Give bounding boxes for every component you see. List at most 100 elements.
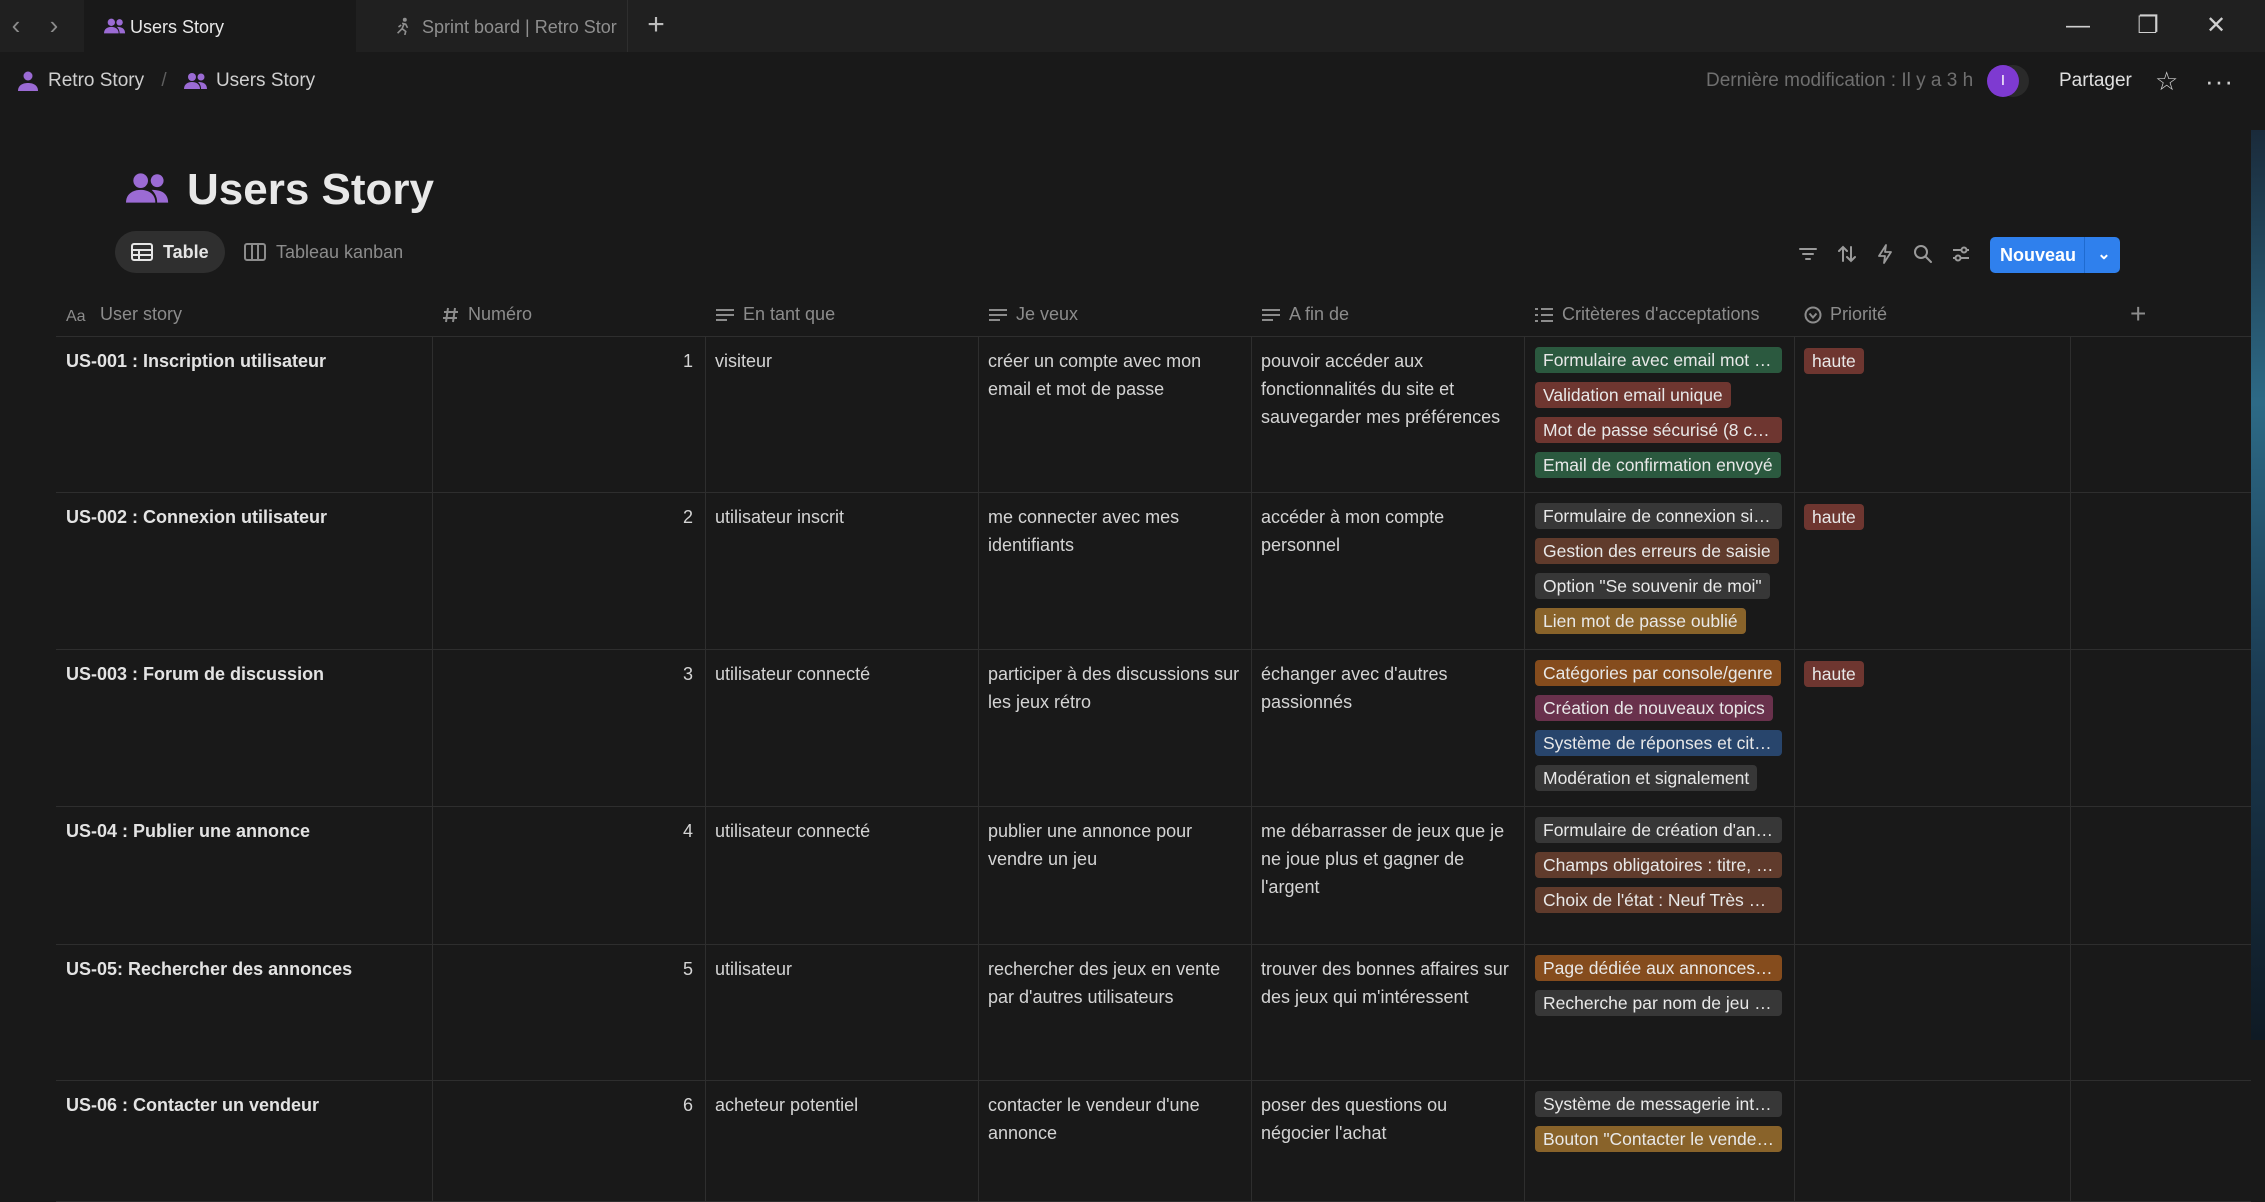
cell-user-story[interactable]: US-04 : Publier une annonce [56, 807, 432, 944]
cell-en-tant-que[interactable]: utilisateur [705, 945, 978, 1080]
criteria-tag: Bouton "Contacter le vendeur" [1535, 1126, 1782, 1152]
avatar[interactable]: I [1987, 65, 2019, 97]
criteria-tag: Recherche par nom de jeu ou console [1535, 990, 1782, 1016]
column-divider [1524, 945, 1525, 1080]
view-tab-table[interactable]: Table [115, 231, 225, 273]
new-tab-button[interactable]: + [640, 10, 672, 42]
cell-priorite[interactable]: haute [1794, 337, 2070, 492]
column-divider [432, 1081, 433, 1201]
cell-priorite[interactable]: haute [1794, 493, 2070, 649]
cell-user-story[interactable]: US-06 : Contacter un vendeur [56, 1081, 432, 1201]
cell-en-tant-que[interactable]: acheteur potentiel [705, 1081, 978, 1201]
cell-en-tant-que[interactable]: utilisateur connecté [705, 807, 978, 944]
breadcrumb-item-users-story[interactable]: Users Story [183, 70, 315, 91]
cell-criteres[interactable]: Catégories par console/genre Création de … [1524, 650, 1794, 806]
page-title[interactable]: Users Story [187, 164, 434, 216]
table-row[interactable]: US-04 : Publier une annonce 4 utilisateur … [56, 807, 2251, 945]
cell-a-fin-de[interactable]: me débarrasser de jeux que je ne joue pl… [1251, 807, 1524, 944]
column-divider [2070, 807, 2071, 944]
cell-numero[interactable]: 3 [432, 650, 705, 806]
column-header-je-veux[interactable]: Je veux [978, 292, 1251, 336]
cell-numero[interactable]: 2 [432, 493, 705, 649]
cell-numero[interactable]: 1 [432, 337, 705, 492]
cell-numero[interactable]: 6 [432, 1081, 705, 1201]
cell-a-fin-de[interactable]: trouver des bonnes affaires sur des jeux… [1251, 945, 1524, 1080]
tab-users-story[interactable]: Users Story [84, 0, 356, 52]
cell-priorite[interactable] [1794, 945, 2070, 1080]
table-row[interactable]: US-002 : Connexion utilisateur 2 utilisate… [56, 493, 2251, 650]
add-column-button[interactable]: + [2130, 292, 2146, 336]
cell-numero[interactable]: 5 [432, 945, 705, 1080]
cell-en-tant-que[interactable]: utilisateur inscrit [705, 493, 978, 649]
criteria-tag: Formulaire de connexion simple [1535, 503, 1782, 529]
title-icon: Aa [66, 308, 86, 323]
table-row[interactable]: US-06 : Contacter un vendeur 6 acheteur po… [56, 1081, 2251, 1202]
view-tab-kanban[interactable]: Tableau kanban [242, 231, 403, 273]
cell-a-fin-de[interactable]: pouvoir accéder aux fonctionnalités du s… [1251, 337, 1524, 492]
column-header-user-story[interactable]: Aa User story [56, 292, 432, 336]
column-divider [432, 650, 433, 806]
cell-criteres[interactable]: Page dédiée aux annonces de vente Recherc… [1524, 945, 1794, 1080]
column-divider [2070, 945, 2071, 1080]
column-header-en-tant-que[interactable]: En tant que [705, 292, 978, 336]
search-icon[interactable] [1912, 243, 1934, 265]
criteria-tag: Email de confirmation envoyé [1535, 452, 1781, 478]
settings-sliders-icon[interactable] [1950, 243, 1972, 265]
new-button[interactable]: Nouveau ⌄ [1990, 237, 2120, 273]
sort-icon[interactable] [1836, 243, 1858, 265]
column-divider [1794, 337, 1795, 492]
cell-a-fin-de[interactable]: échanger avec d'autres passionnés [1251, 650, 1524, 806]
table-header-row: Aa User story Numéro En tant que Je veux … [56, 292, 2251, 337]
cell-en-tant-que[interactable]: utilisateur connecté [705, 650, 978, 806]
cell-a-fin-de[interactable]: poser des questions ou négocier l'achat [1251, 1081, 1524, 1201]
cell-priorite[interactable] [1794, 1081, 2070, 1201]
tab-label: Sprint board | Retro Stor [422, 17, 617, 37]
cell-user-story[interactable]: US-002 : Connexion utilisateur [56, 493, 432, 649]
column-divider [1251, 807, 1252, 944]
cell-je-veux[interactable]: participer à des discussions sur les jeu… [978, 650, 1251, 806]
status-icon [1804, 306, 1822, 324]
cell-user-story[interactable]: US-003 : Forum de discussion [56, 650, 432, 806]
column-header-numero[interactable]: Numéro [432, 292, 705, 336]
cell-je-veux[interactable]: rechercher des jeux en vente par d'autre… [978, 945, 1251, 1080]
column-header-a-fin-de[interactable]: A fin de [1251, 292, 1524, 336]
column-header-criteres[interactable]: Critèteres d'acceptations [1524, 292, 1794, 336]
cell-criteres[interactable]: Formulaire avec email mot de passe Valida… [1524, 337, 1794, 492]
cell-criteres[interactable]: Système de messagerie interne Bouton "Con… [1524, 1081, 1794, 1201]
cell-user-story[interactable]: US-05: Rechercher des annonces [56, 945, 432, 1080]
cell-je-veux[interactable]: me connecter avec mes identifiants [978, 493, 1251, 649]
cell-en-tant-que[interactable]: visiteur [705, 337, 978, 492]
tab-sprint-board[interactable]: Sprint board | Retro Stor [356, 0, 628, 52]
back-button[interactable]: ‹ [2, 12, 30, 40]
column-divider [432, 493, 433, 649]
favorite-star-icon[interactable]: ☆ [2155, 64, 2178, 98]
forward-button[interactable]: › [40, 12, 68, 40]
close-button[interactable]: ✕ [2196, 10, 2236, 42]
more-options-icon[interactable]: ··· [2205, 64, 2234, 98]
breadcrumb-item-retro-story[interactable]: Retro Story [16, 70, 149, 91]
cell-je-veux[interactable]: publier une annonce pour vendre un jeu [978, 807, 1251, 944]
table-row[interactable]: US-003 : Forum de discussion 3 utilisateur… [56, 650, 2251, 807]
table-row[interactable]: US-05: Rechercher des annonces 5 utilisat… [56, 945, 2251, 1081]
cell-je-veux[interactable]: créer un compte avec mon email et mot de… [978, 337, 1251, 492]
column-header-priorite[interactable]: Priorité [1794, 292, 2070, 336]
chevron-down-icon[interactable]: ⌄ [2092, 237, 2116, 273]
filter-icon[interactable] [1797, 243, 1819, 265]
cell-numero[interactable]: 4 [432, 807, 705, 944]
share-button[interactable]: Partager [2059, 64, 2132, 98]
cell-criteres[interactable]: Formulaire de création d'annonce Champs o… [1524, 807, 1794, 944]
cell-a-fin-de[interactable]: accéder à mon compte personnel [1251, 493, 1524, 649]
cell-criteres[interactable]: Formulaire de connexion simple Gestion de… [1524, 493, 1794, 649]
cell-user-story[interactable]: US-001 : Inscription utilisateur [56, 337, 432, 492]
maximize-button[interactable]: ❐ [2128, 10, 2168, 42]
users-icon[interactable] [126, 170, 170, 206]
cell-priorite[interactable]: haute [1794, 650, 2070, 806]
table-row[interactable]: US-001 : Inscription utilisateur 1 visiteu… [56, 337, 2251, 493]
cell-priorite[interactable] [1794, 807, 2070, 944]
minimize-button[interactable]: — [2058, 10, 2098, 42]
column-divider [978, 493, 979, 649]
automation-lightning-icon[interactable] [1874, 243, 1896, 265]
column-divider [978, 945, 979, 1080]
cell-je-veux[interactable]: contacter le vendeur d'une annonce [978, 1081, 1251, 1201]
column-divider [1524, 807, 1525, 944]
